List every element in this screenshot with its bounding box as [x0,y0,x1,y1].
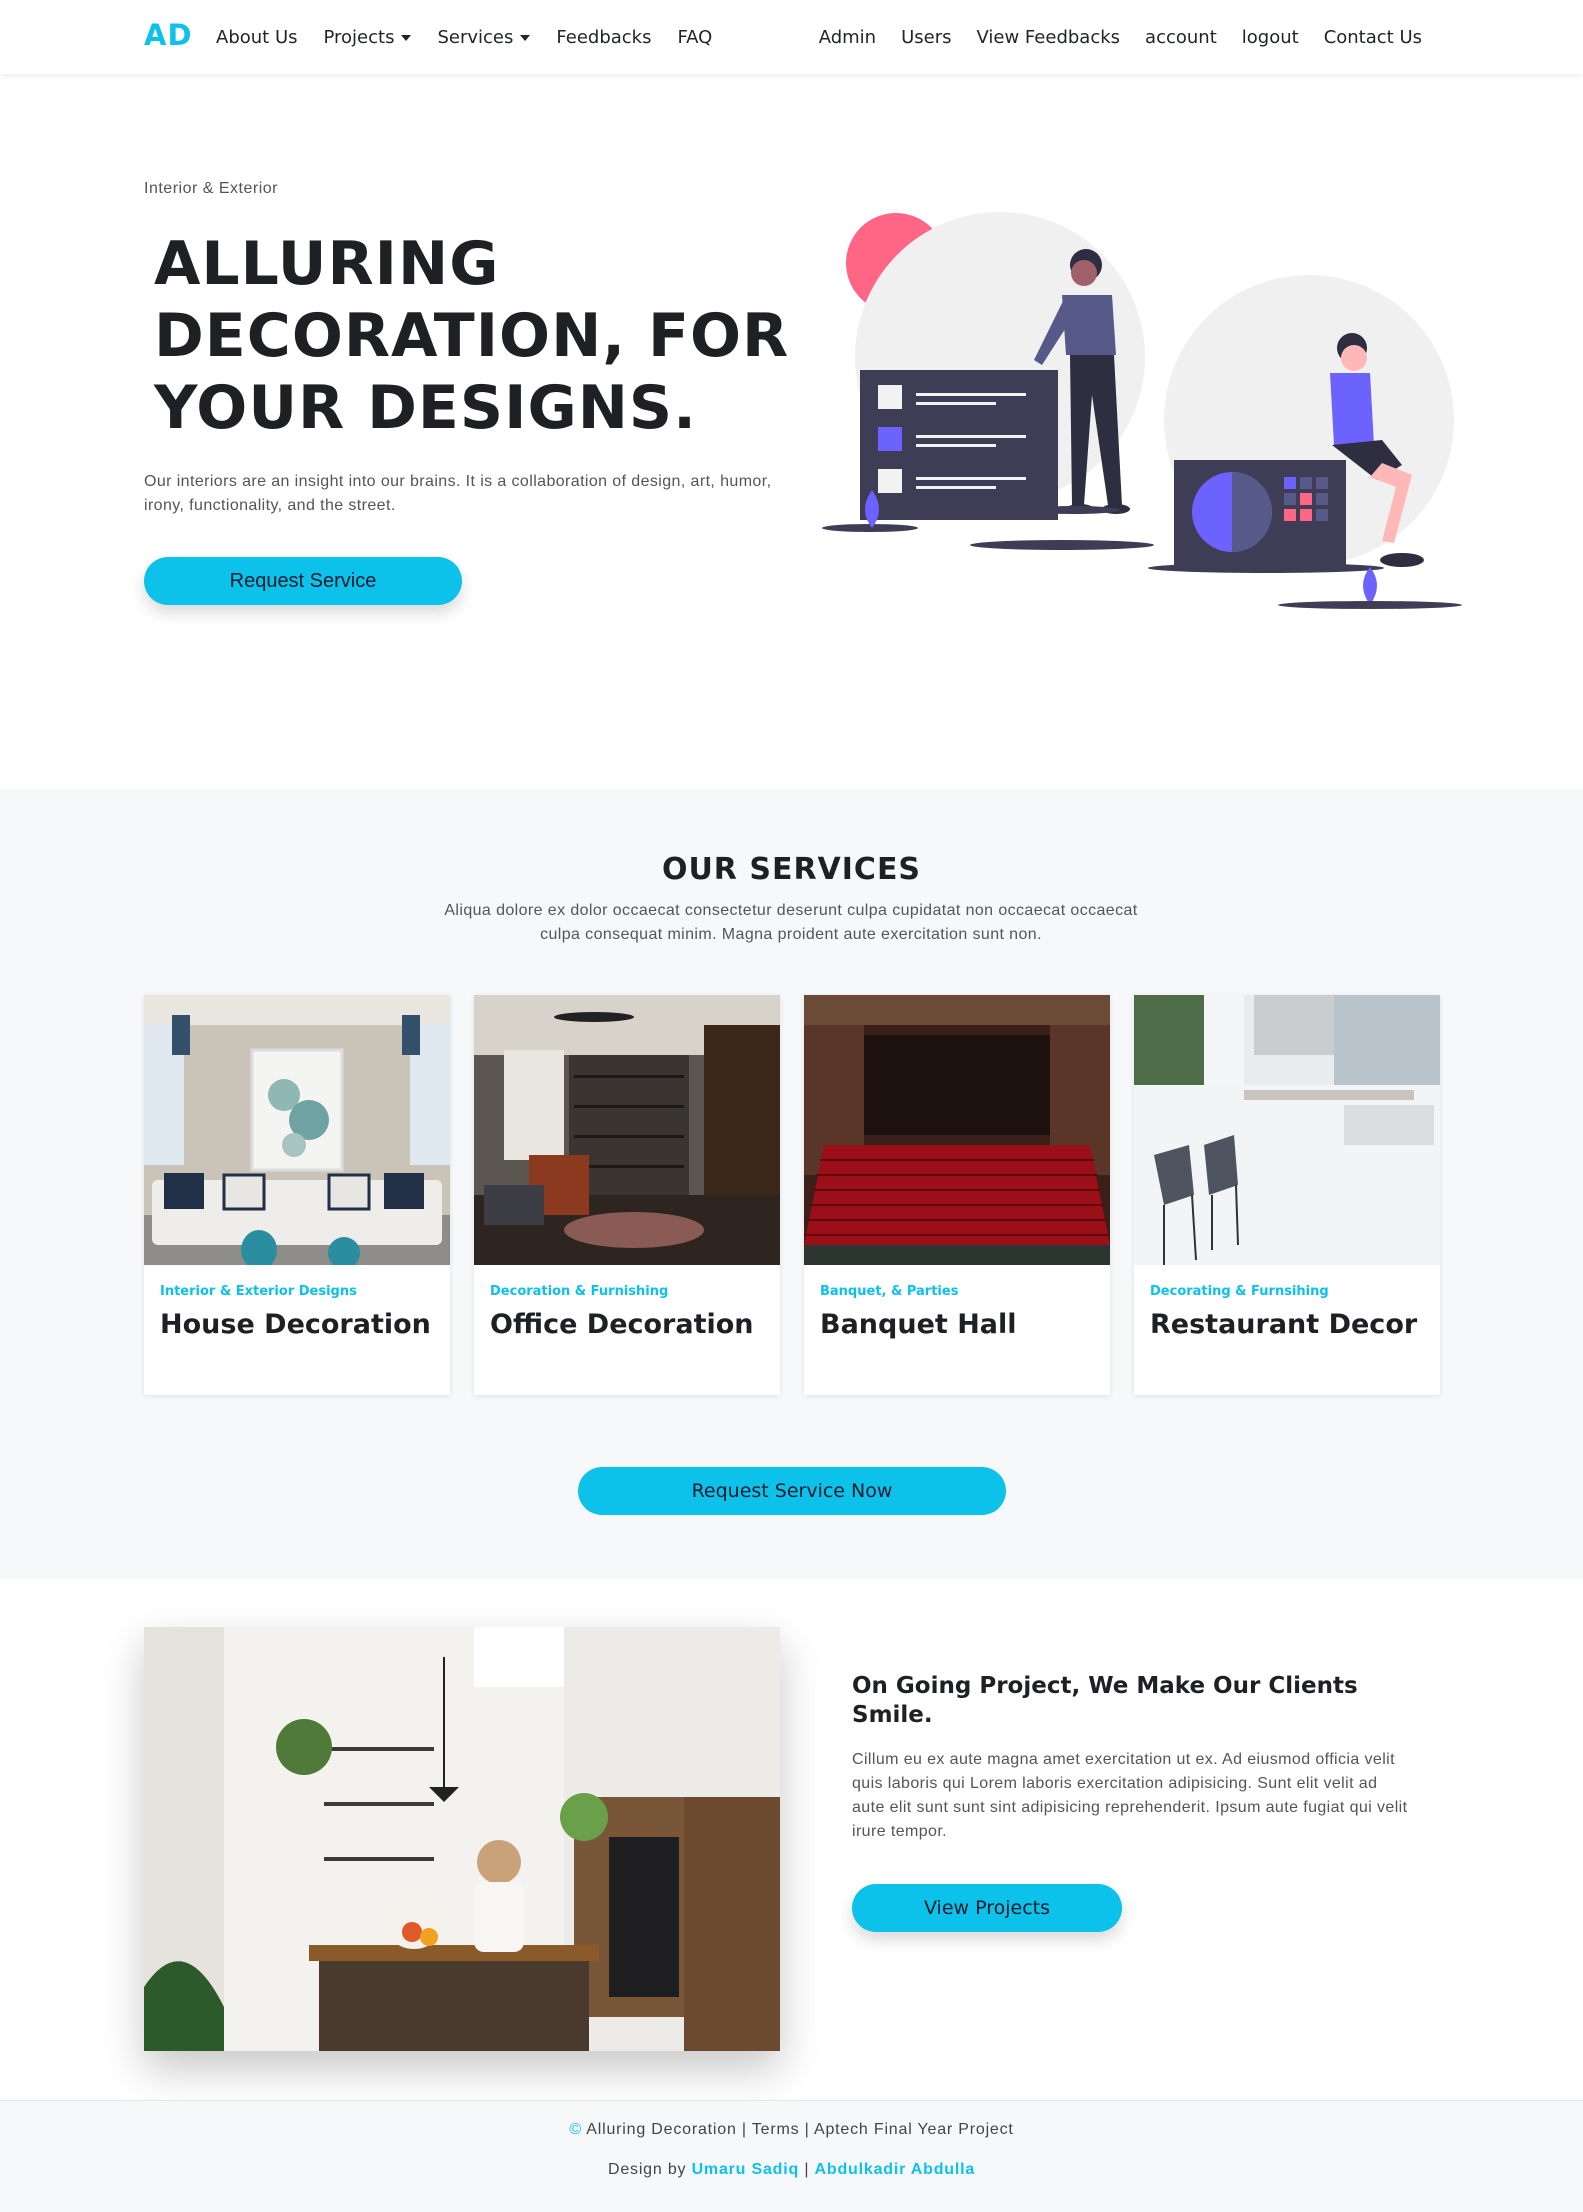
nav-projects-dropdown[interactable]: Projects [324,27,412,48]
service-card-restaurant[interactable]: Decorating & Furnsihing Restaurant Decor [1134,995,1440,1395]
nav-contact-us[interactable]: Contact Us [1324,27,1422,48]
nav-feedbacks[interactable]: Feedbacks [556,27,651,48]
footer-copyright: © Alluring Decoration | Terms | Aptech F… [0,2121,1583,2139]
hero-title: ALLURING DECORATION, FOR YOUR DESIGNS. [154,228,794,444]
nav-about-us[interactable]: About Us [216,27,298,48]
ongoing-project-description: Cillum eu ex aute magna amet exercitatio… [852,1751,1408,1840]
nav-logout[interactable]: logout [1242,27,1299,48]
footer-design-by: Design by [607,2161,687,2178]
nav-services-dropdown[interactable]: Services [437,27,531,48]
service-card-tag: Decoration & Furnishing [490,1284,669,1299]
navbar: AD About Us Projects Services Feedbacks … [0,0,1583,74]
request-service-now-button[interactable]: Request Service Now [578,1467,1006,1515]
footer-project-note: Aptech Final Year Project [814,2121,1014,2138]
services-section: OUR SERVICES Aliqua dolore ex dolor occa… [0,789,1583,1579]
ongoing-project-image [144,1627,780,2051]
footer-author-link[interactable]: Abdulkadir Abdulla [815,2161,975,2178]
service-card-banquet[interactable]: Banquet, & Parties Banquet Hall [804,995,1110,1395]
hero-title-line: DECORATION, FOR [154,301,790,371]
service-card-tag: Banquet, & Parties [820,1284,959,1299]
leaf-shape [1363,567,1377,605]
footer: © Alluring Decoration | Terms | Aptech F… [0,2100,1583,2212]
service-card-tag: Interior & Exterior Designs [160,1284,357,1299]
nav-faq[interactable]: FAQ [677,27,712,48]
services-description: Aliqua dolore ex dolor occaecat consecte… [444,902,1138,943]
hero-illustration [822,212,1462,609]
service-card-image [804,995,1110,1265]
nav-view-feedbacks[interactable]: View Feedbacks [977,27,1121,48]
brand-logo[interactable]: AD [144,18,193,52]
view-projects-button[interactable]: View Projects [852,1884,1122,1932]
caret-down-icon [401,34,412,41]
footer-separator: | [741,2121,747,2138]
service-card-image [1134,995,1440,1265]
service-card-title: Restaurant Decor [1150,1309,1418,1340]
caret-down-icon [520,34,531,41]
service-card-office[interactable]: Decoration & Furnishing Office Decoratio… [474,995,780,1395]
nav-about-us-label: About Us [216,27,298,48]
nav-feedbacks-label: Feedbacks [556,27,652,48]
ongoing-project-title: On Going Project, We Make Our Clients Sm… [852,1673,1358,1728]
service-card-tag: Decorating & Furnsihing [1150,1284,1329,1299]
nav-projects-label: Projects [323,27,395,48]
footer-credits: Design by Umaru Sadiq | Abdulkadir Abdul… [0,2161,1583,2179]
hero-description: Our interiors are an insight into our br… [144,473,772,514]
footer-separator: | [804,2121,810,2138]
service-card-title: Office Decoration [490,1309,754,1340]
nav-faq-label: FAQ [677,27,713,48]
footer-site-link[interactable]: Alluring Decoration [586,2121,736,2138]
request-service-button[interactable]: Request Service [144,557,462,605]
nav-account[interactable]: account [1145,27,1217,48]
footer-separator: | [804,2161,810,2178]
hero-eyebrow: Interior & Exterior [144,180,278,197]
copyright-icon: © [569,2121,582,2138]
footer-terms-link[interactable]: Terms [752,2121,800,2138]
nav-admin[interactable]: Admin [819,27,876,48]
hero-title-line: ALLURING [154,229,500,299]
service-card-image [474,995,780,1265]
nav-right: Admin Users View Feedbacks account logou… [794,27,1422,48]
service-card-house[interactable]: Interior & Exterior Designs House Decora… [144,995,450,1395]
service-card-image [144,995,450,1265]
services-title: OUR SERVICES [661,852,922,887]
nav-services-label: Services [437,27,514,48]
nav-left: About Us Projects Services Feedbacks FAQ [216,27,738,48]
service-card-title: Banquet Hall [820,1309,1017,1340]
footer-author-link[interactable]: Umaru Sadiq [692,2161,800,2178]
service-card-title: House Decoration [160,1309,431,1340]
hero-title-line: YOUR DESIGNS. [154,373,697,443]
nav-users[interactable]: Users [901,27,951,48]
